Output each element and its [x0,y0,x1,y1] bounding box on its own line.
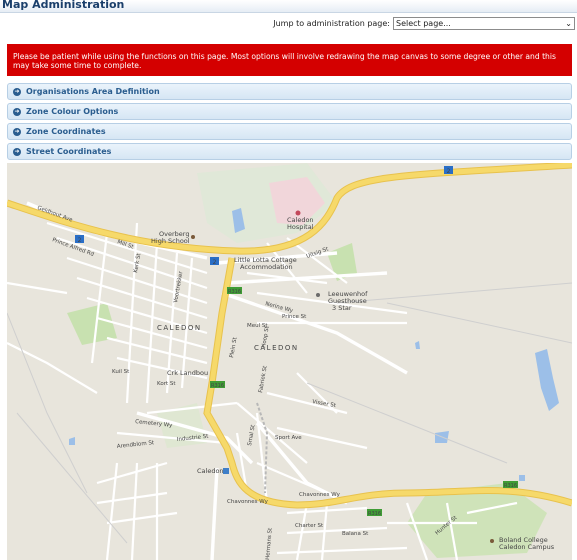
map-label-hospital-2: Hospital [287,223,314,231]
n2-shield: 2 [444,166,453,175]
expand-circle-icon: ➜ [13,88,21,96]
hospital-icon[interactable] [295,210,301,216]
shield-label: R316 [211,383,224,389]
shield-label: R316 [228,289,241,295]
panel-street-coordinates[interactable]: ➜ Street Coordinates [7,143,572,160]
notice-text: Please be patient while using the functi… [13,52,556,70]
street-label: Meul St [247,323,268,329]
shield-label: R316 [504,483,517,489]
panel-label: Zone Colour Options [26,107,119,116]
expand-circle-icon: ➜ [13,148,21,156]
map-canvas[interactable]: 2 2 2 R316 R316 R316 R316 Overberg High … [7,163,572,560]
r316-shield: R316 [227,287,242,295]
shield-label: R316 [368,511,381,517]
page-header: Map Administration [0,0,577,13]
map-svg[interactable]: 2 2 2 R316 R316 R316 R316 Overberg High … [7,163,572,560]
shield-label: 2 [213,259,217,266]
panel-label: Street Coordinates [26,147,112,156]
map-label-crk-landbou: Crk Landbou [167,369,208,377]
college-icon[interactable] [490,539,494,543]
jump-page-select[interactable]: Select page... ⌄ [393,16,575,30]
map-label-caledon-1: CALEDON [157,324,202,332]
jump-label: Jump to administration page: [273,18,390,28]
r316-shield: R316 [503,481,518,489]
street-label: Kuil St [112,369,130,375]
shield-label: 2 [78,237,82,244]
map-label-leeuwenhof-3: 3 Star [332,304,352,312]
notice-banner: Please be patient while using the functi… [7,44,572,76]
panel-zone-colour-options[interactable]: ➜ Zone Colour Options [7,103,572,120]
jump-to-page: Jump to administration page: Select page… [273,16,575,30]
panel-label: Organisations Area Definition [26,87,160,96]
expand-circle-icon: ➜ [13,128,21,136]
expand-circle-icon: ➜ [13,108,21,116]
lodging-icon[interactable] [316,293,320,297]
street-label: Kort St [157,381,176,387]
map-label-high-school: High School [151,237,190,245]
panel-label: Zone Coordinates [26,127,106,136]
n2-shield: 2 [210,257,219,266]
train-station-icon[interactable] [223,468,229,474]
r316-shield: R316 [367,509,382,517]
street-label: Charter St [295,523,324,529]
shield-label: 2 [447,168,451,175]
water-body [519,475,525,481]
chevron-down-icon: ⌄ [565,18,572,28]
panel-zone-coordinates[interactable]: ➜ Zone Coordinates [7,123,572,140]
map-label-caledon-station: Caledon [197,467,224,475]
street-label: Balana St [342,531,369,537]
street-label: Chavonnes Wy [299,492,341,498]
panel-organisations-area-definition[interactable]: ➜ Organisations Area Definition [7,83,572,100]
street-label: Prince St [282,314,307,320]
jump-select-value: Select page... [396,18,451,28]
map-label-boland-2: Caledon Campus [499,543,555,551]
street-label: Chavonnes Wy [227,499,269,505]
r316-shield: R316 [210,381,225,389]
page-title: Map Administration [2,0,125,11]
n2-shield: 2 [75,235,84,244]
map-label-accommodation: Accommodation [240,263,293,271]
school-icon[interactable] [191,235,195,239]
street-label: Sport Ave [275,435,302,441]
